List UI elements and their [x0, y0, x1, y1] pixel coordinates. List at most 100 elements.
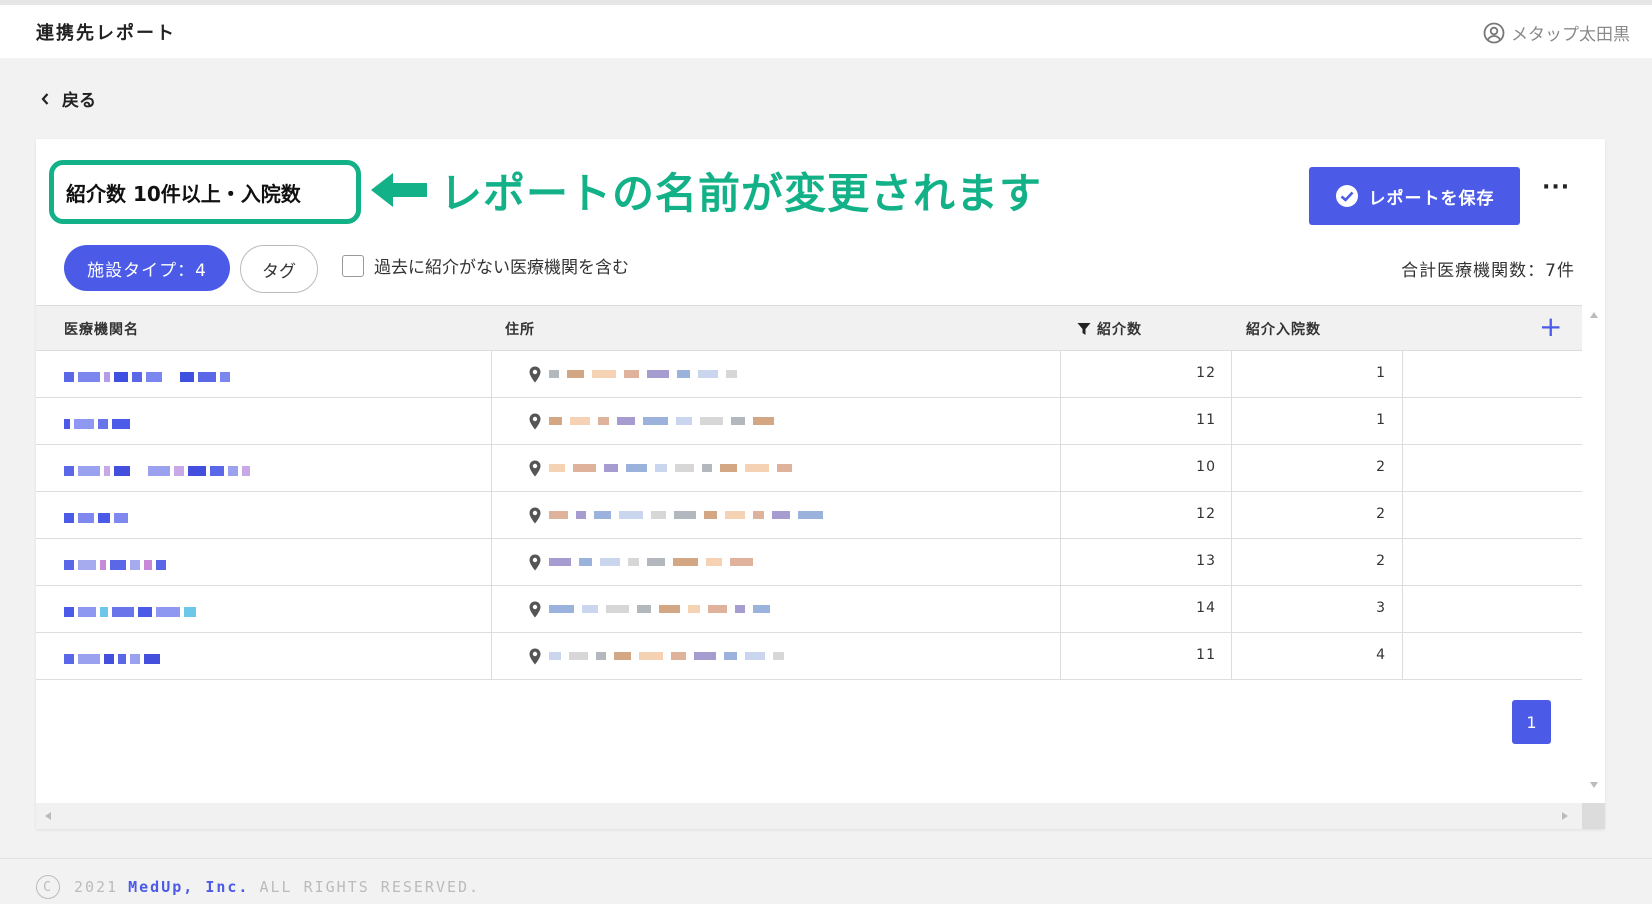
scroll-left-icon[interactable] — [44, 811, 52, 821]
chevron-left-icon — [41, 92, 49, 105]
redaction-block — [798, 511, 823, 519]
redaction-block — [210, 465, 224, 476]
admission-count: 1 — [1376, 365, 1386, 381]
address-redacted — [529, 598, 778, 620]
facility-name-redacted[interactable] — [64, 366, 234, 382]
column-header-admissions[interactable]: 紹介入院数 — [1246, 319, 1321, 339]
redaction-block — [138, 606, 152, 617]
check-circle-icon — [1335, 185, 1358, 207]
referral-count: 14 — [1196, 600, 1216, 616]
redaction-block — [694, 652, 716, 660]
redaction-block — [726, 370, 737, 378]
referral-count: 13 — [1196, 553, 1216, 569]
redaction-block — [78, 512, 94, 523]
redaction-block — [104, 653, 114, 664]
redaction-block — [700, 417, 723, 425]
save-report-button[interactable]: レポートを保存 — [1309, 167, 1520, 225]
facility-name-redacted[interactable] — [64, 601, 200, 617]
table-row[interactable]: 12 2 — [36, 492, 1582, 539]
horizontal-scrollbar[interactable] — [36, 803, 1582, 829]
scroll-right-icon[interactable] — [1561, 811, 1569, 821]
more-options-button[interactable]: ··· — [1542, 175, 1570, 200]
redaction-block — [725, 511, 745, 519]
redaction-block — [628, 558, 639, 566]
include-no-referral-checkbox[interactable] — [342, 254, 364, 277]
redaction-block — [98, 418, 108, 429]
redaction-block — [698, 370, 718, 378]
redaction-block — [753, 511, 764, 519]
admission-count: 2 — [1376, 459, 1386, 475]
facility-name-redacted[interactable] — [64, 648, 164, 664]
redaction-block — [549, 511, 568, 519]
cell-divider — [1402, 351, 1403, 398]
admission-count: 2 — [1376, 506, 1386, 522]
table-row[interactable]: 12 1 — [36, 351, 1582, 398]
address-redacted — [529, 410, 782, 432]
redaction-block — [573, 464, 596, 472]
table-header: 医療機関名 住所 紹介数 紹介入院数 + — [36, 305, 1582, 351]
column-header-name[interactable]: 医療機関名 — [64, 319, 139, 339]
redaction-block — [549, 417, 562, 425]
facility-name-redacted[interactable] — [64, 507, 132, 523]
table-row[interactable]: 13 2 — [36, 539, 1582, 586]
redaction-block — [134, 466, 144, 476]
redaction-block — [114, 465, 130, 476]
location-pin-icon — [529, 507, 541, 523]
footer: C 2021 MedUp, Inc. ALL RIGHTS RESERVED. — [36, 875, 480, 899]
scroll-up-icon[interactable] — [1589, 311, 1599, 319]
redaction-block — [753, 605, 770, 613]
report-title[interactable]: 紹介数 10件以上・入院数 — [49, 160, 361, 224]
copyright-icon: C — [36, 875, 60, 899]
cell-divider — [1231, 445, 1232, 492]
facility-name-redacted[interactable] — [64, 460, 254, 476]
redaction-block — [606, 605, 629, 613]
redaction-block — [148, 465, 170, 476]
redaction-block — [130, 559, 140, 570]
table-row[interactable]: 10 2 — [36, 445, 1582, 492]
column-header-address[interactable]: 住所 — [505, 319, 535, 339]
column-name-label: 医療機関名 — [64, 322, 139, 338]
user-menu[interactable]: メタップ太田黒 — [1483, 20, 1630, 45]
user-name: メタップ太田黒 — [1511, 25, 1630, 45]
location-pin-icon — [529, 554, 541, 570]
tag-filter[interactable]: タグ — [240, 245, 318, 293]
referral-count: 12 — [1196, 506, 1216, 522]
address-redacted — [529, 504, 831, 526]
redaction-block — [671, 652, 686, 660]
facility-name-redacted[interactable] — [64, 554, 170, 570]
add-column-button[interactable]: + — [1539, 313, 1562, 341]
redaction-block — [242, 465, 250, 476]
back-link[interactable]: 戻る — [40, 86, 96, 111]
page-button-1[interactable]: 1 — [1512, 700, 1551, 744]
facility-name-redacted[interactable] — [64, 413, 134, 429]
redaction-block — [674, 511, 696, 519]
redaction-block — [74, 418, 94, 429]
scroll-down-icon[interactable] — [1589, 781, 1599, 789]
cell-divider — [1060, 351, 1061, 398]
redaction-block — [184, 606, 196, 617]
redaction-block — [617, 417, 635, 425]
facility-type-filter[interactable]: 施設タイプ：4 — [64, 245, 230, 291]
location-pin-icon — [529, 648, 541, 664]
table-row[interactable]: 11 4 — [36, 633, 1582, 680]
redaction-block — [655, 464, 667, 472]
table-row[interactable]: 14 3 — [36, 586, 1582, 633]
table-row[interactable]: 11 1 — [36, 398, 1582, 445]
cell-divider — [491, 633, 492, 680]
redaction-block — [156, 606, 180, 617]
redaction-block — [688, 605, 700, 613]
redaction-block — [594, 511, 611, 519]
vertical-scrollbar[interactable] — [1582, 305, 1605, 809]
cell-divider — [1402, 633, 1403, 680]
cell-divider — [491, 492, 492, 539]
redaction-block — [64, 465, 74, 476]
user-icon — [1483, 22, 1505, 43]
referral-count: 10 — [1196, 459, 1216, 475]
footer-brand-link[interactable]: MedUp, Inc. — [128, 878, 249, 896]
column-header-referrals[interactable]: 紹介数 — [1077, 319, 1142, 339]
include-no-referral-toggle[interactable]: 過去に紹介がない医療機関を含む — [342, 253, 629, 278]
cell-divider — [1060, 633, 1061, 680]
redaction-block — [98, 512, 110, 523]
redaction-block — [651, 511, 666, 519]
scrollbar-corner — [1582, 803, 1605, 829]
